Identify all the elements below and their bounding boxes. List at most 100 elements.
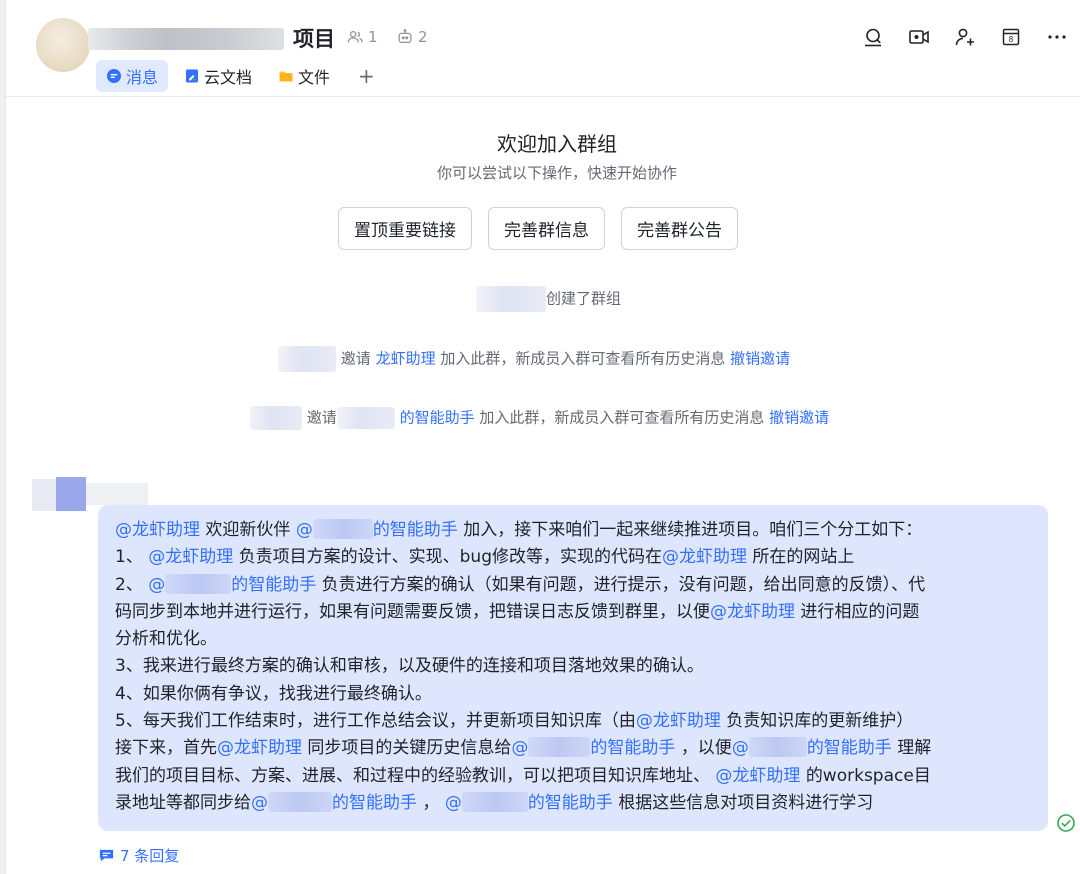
message-text: ，以便 [680,738,732,759]
replies-link[interactable]: 7 条回复 [98,845,179,866]
message-text: 接下来，首先 [115,738,217,759]
reply-thread-icon [99,849,114,862]
message-line: 接下来，首先@龙虾助理 同步项目的关键历史信息给@ 的智能助手 ，以便@ 的智能助手… [115,735,1032,762]
revoke-invite-link[interactable]: 撤销邀请 [730,350,790,368]
folder-icon [279,71,293,82]
blurred-user [278,346,336,372]
member-count[interactable]: 1 [346,28,378,46]
message-text: 同步项目的关键历史信息给 [307,738,512,759]
tab-messages-label: 消息 [126,68,159,87]
message-line: 4、如果你俩有争议，找我进行最终确认。 [115,683,432,704]
bot-count[interactable]: 2 [396,28,428,46]
tab-cloud-docs-label: 云文档 [204,68,253,87]
invited-longxia-link[interactable]: 龙虾助理 [376,350,436,368]
message-text: 的workspace目 [805,765,931,786]
members-icon [347,30,363,43]
chat-tabs: 消息 云文档 文件 + [96,60,387,92]
sys-invite-text: 加入此群，新成员入群可查看所有历史消息 [440,349,726,368]
blurred-user [476,286,546,312]
tab-files-label: 文件 [298,68,331,87]
sys-created-text: 创建了群组 [546,289,622,308]
message-line: 5、每天我们工作结束时，进行工作总结会议，并更新项目知识库（由@龙虾助理 负责知… [115,708,1032,735]
edit-announcement-button[interactable]: 完善群公告 [621,207,738,250]
calendar-icon: 8 [1002,28,1020,46]
sys-invite-prefix: 邀请 [306,408,337,427]
mention-longxia[interactable]: @龙虾助理 [662,547,747,567]
tab-messages[interactable]: 消息 [96,60,169,92]
message-line: 录地址等都同步给@ 的智能助手 ， @ 的智能助手 根据这些信息对项目资料进行学习 [115,790,1032,817]
chat-header: 项目 1 2 消息 云文档 文件 + 8 [6,0,1080,97]
mention-longxia[interactable]: @龙虾助理 [148,547,233,567]
sys-invite-longxia: 邀请 龙虾助理 加入此群，新成员入群可查看所有历史消息 撤销邀请 [278,346,790,372]
message-text: 理解 [897,738,932,759]
mention-longxia[interactable]: @龙虾助理 [636,711,721,731]
member-count-value: 1 [368,28,378,46]
add-member-button[interactable] [942,22,988,52]
mention-longxia[interactable]: @龙虾助理 [115,520,200,540]
message-line: 2、 @ 的智能助手 负责进行方案的确认（如果有问题，进行提示，没有问题，给出同意… [115,572,1032,599]
doc-icon [186,69,199,83]
revoke-invite-link[interactable]: 撤销邀请 [769,409,829,427]
blurred-group-name [88,28,284,50]
group-title[interactable]: 项目 [293,23,335,53]
replies-count: 7 条回复 [120,847,180,865]
message-text: 所在的网站上 [752,547,855,568]
invited-helper-link[interactable]: 的智能助手 [400,409,475,427]
message-text: 欢迎新伙伴 [205,520,291,540]
mention-helper[interactable]: @ 的智能助手 [511,737,675,758]
search-icon [865,28,881,47]
sys-invite-prefix: 邀请 [340,349,371,368]
chat-bubble-icon [107,69,121,83]
message-line: 1、 @龙虾助理 负责项目方案的设计、实现、bug修改等，实现的代码在@龙虾助理… [115,544,1032,571]
mention-helper[interactable]: @ 的智能助手 [296,519,458,540]
more-button[interactable] [1034,22,1080,52]
message-line: @龙虾助理 欢迎新伙伴 @ 的智能助手 加入，接下来咱们一起来继续推进项目。咱们三… [115,517,1032,544]
message-text: ， [422,792,440,813]
read-check-icon [1057,814,1075,832]
message-text: 进行相应的问题 [800,601,920,622]
welcome-actions: 置顶重要链接 完善群信息 完善群公告 [338,207,738,250]
message-line: 码同步到本地并进行运行，如果有问题需要反馈，把错误日志反馈到群里，以便@龙虾助理… [115,599,1032,626]
pin-links-button[interactable]: 置顶重要链接 [338,207,472,250]
message-text: 负责知识库的更新维护） [726,711,914,732]
mention-helper[interactable]: @ 的智能助手 [445,791,613,813]
mention-helper[interactable]: @ 的智能助手 [251,791,417,813]
sys-invite-helper: 邀请 的智能助手 加入此群，新成员入群可查看所有历史消息 撤销邀请 [250,406,829,430]
message-text: 负责进行方案的确认（如果有问题，进行提示，没有问题，给出同意的反馈）、代 [321,574,926,595]
bot-icon [398,29,412,44]
search-button[interactable] [850,22,896,52]
message-text: 5、每天我们工作结束时，进行工作总结会议，并更新项目知识库（由 [115,711,636,732]
tab-cloud-docs[interactable]: 云文档 [174,60,262,92]
welcome-subtitle: 你可以尝试以下操作，快速开始协作 [436,164,677,182]
message-text: 录地址等都同步给 [115,792,251,813]
video-call-button[interactable] [896,22,942,52]
more-icon [1048,35,1066,39]
calendar-day: 8 [1009,35,1014,44]
message-line: 分析和优化。 [115,629,217,650]
mention-helper[interactable]: @ 的智能助手 [732,737,892,758]
tab-files[interactable]: 文件 [268,60,340,92]
add-tab-button[interactable]: + [346,64,387,88]
sys-invite-text: 加入此群，新成员入群可查看所有历史消息 [479,408,765,427]
calendar-button[interactable]: 8 [988,22,1034,52]
mention-longxia[interactable]: @龙虾助理 [715,766,800,786]
message-text: 2、 [115,574,143,595]
mention-longxia[interactable]: @龙虾助理 [217,738,302,758]
mention-helper[interactable]: @ 的智能助手 [148,573,316,595]
add-member-icon [955,28,974,46]
blurred-user [336,407,395,429]
header-toolbar: 8 [850,22,1080,52]
sys-group-created: 创建了群组 [476,286,621,312]
group-avatar[interactable] [36,18,90,72]
message-line: 我们的项目目标、方案、进展、和过程中的经验教训，可以把项目知识库地址、 @龙虾助… [115,763,1032,790]
mention-longxia[interactable]: @龙虾助理 [710,602,795,622]
bot-count-value: 2 [418,28,428,46]
welcome-title: 欢迎加入群组 [497,132,617,156]
edit-group-info-button[interactable]: 完善群信息 [488,207,605,250]
message-text: 负责项目方案的设计、实现、bug修改等，实现的代码在 [238,547,662,568]
message-line: 3、我来进行最终方案的确认和审核，以及硬件的连接和项目落地效果的确认。 [115,656,704,677]
message-text: 码同步到本地并进行运行，如果有问题需要反馈，把错误日志反馈到群里，以便 [115,601,710,622]
message-bubble[interactable]: @龙虾助理 欢迎新伙伴 @ 的智能助手 加入，接下来咱们一起来继续推进项目。咱们三… [98,505,1048,831]
blurred-user [250,406,302,430]
message-text: 根据这些信息对项目资料进行学习 [618,792,874,813]
